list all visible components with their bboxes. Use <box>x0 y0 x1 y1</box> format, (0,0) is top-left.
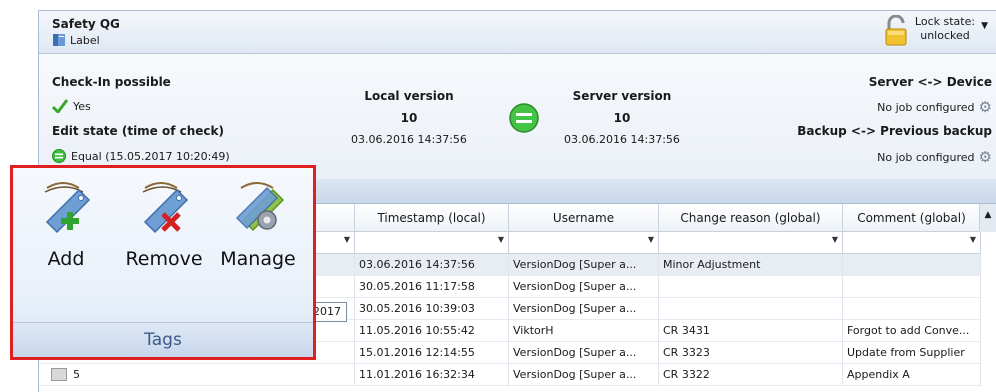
column-header-comment[interactable]: Comment (global) <box>843 204 981 232</box>
chevron-down-icon[interactable]: ▼ <box>981 21 988 31</box>
row-number-cell: 5 <box>39 364 355 386</box>
server-version: Server version 10 03.06.2016 14:37:56 <box>557 89 687 146</box>
server-device-status[interactable]: No job configured ⚙ <box>877 98 992 116</box>
edit-state-status: Equal (15.05.2017 10:20:49) <box>52 149 230 163</box>
checkmark-icon <box>52 99 68 113</box>
checkin-value: Yes <box>73 99 91 113</box>
tags-ribbon-group: Add Remove Manage Tags <box>10 165 316 360</box>
add-label: Add <box>47 248 85 270</box>
column-header-timestamp[interactable]: Timestamp (local) <box>355 204 509 232</box>
edit-state-value: Equal (15.05.2017 10:20:49) <box>71 149 230 163</box>
row-comment <box>843 298 981 320</box>
backup-value: No job configured <box>877 150 975 164</box>
remove-tag-icon <box>142 182 189 234</box>
row-number: 5 <box>73 367 80 381</box>
manage-tags-button[interactable]: Manage <box>213 178 303 270</box>
row-username: VersionDog [Super a... <box>509 276 659 298</box>
label-row[interactable]: Label <box>52 33 100 47</box>
row-comment <box>843 254 981 276</box>
row-comment: Update from Supplier <box>843 342 981 364</box>
row-reason <box>659 276 843 298</box>
book-icon <box>53 34 65 46</box>
gear-icon[interactable]: ⚙ <box>979 148 992 166</box>
versions-equal-icon <box>509 103 539 133</box>
remove-tag-button[interactable]: Remove <box>119 178 209 270</box>
checkin-title: Check-In possible <box>52 75 171 89</box>
lock-state-text: Lock state: unlocked <box>915 15 975 43</box>
lock-state-value: unlocked <box>920 29 970 42</box>
chevron-down-icon[interactable]: ▼ <box>498 235 504 244</box>
scroll-up-button[interactable]: ▲ <box>979 204 996 232</box>
row-reason: CR 3322 <box>659 364 843 386</box>
filter-cell[interactable]: ▼ <box>659 232 843 254</box>
filter-cell[interactable]: ▼ <box>355 232 509 254</box>
manage-label: Manage <box>220 248 296 270</box>
row-timestamp: 30.05.2016 11:17:58 <box>355 276 509 298</box>
row-comment: Appendix A <box>843 364 981 386</box>
filter-cell[interactable]: ▼ <box>843 232 981 254</box>
table-row[interactable]: 5 11.01.2016 16:32:34 VersionDog [Super … <box>39 364 981 386</box>
gear-icon[interactable]: ⚙ <box>979 98 992 116</box>
chevron-down-icon[interactable]: ▼ <box>648 235 654 244</box>
column-header-change-reason[interactable]: Change reason (global) <box>659 204 843 232</box>
lock-state[interactable]: Lock state: unlocked ▼ <box>883 15 988 47</box>
column-header-username[interactable]: Username <box>509 204 659 232</box>
row-username: VersionDog [Super a... <box>509 254 659 276</box>
row-reason: CR 3431 <box>659 320 843 342</box>
row-timestamp: 11.01.2016 16:32:34 <box>355 364 509 386</box>
row-comment: Forgot to add Conve... <box>843 320 981 342</box>
row-username: VersionDog [Super a... <box>509 364 659 386</box>
equal-status-icon <box>52 149 66 163</box>
project-title: Safety QG <box>52 17 120 31</box>
add-tag-button[interactable]: Add <box>21 178 111 270</box>
row-timestamp: 30.05.2016 10:39:03 <box>355 298 509 320</box>
filter-cell[interactable]: ▼ <box>509 232 659 254</box>
edit-state-title: Edit state (time of check) <box>52 124 225 138</box>
row-reason: CR 3323 <box>659 342 843 364</box>
title-bar: Safety QG Label Lock state: unlocked ▼ <box>39 11 996 54</box>
remove-label: Remove <box>125 248 203 270</box>
row-username: VersionDog [Super a... <box>509 298 659 320</box>
chevron-down-icon[interactable]: ▼ <box>344 235 350 244</box>
row-reason: Minor Adjustment <box>659 254 843 276</box>
row-timestamp: 03.06.2016 14:37:56 <box>355 254 509 276</box>
checkin-status: Yes <box>52 99 91 113</box>
local-version: Local version 10 03.06.2016 14:37:56 <box>349 89 469 146</box>
add-tag-icon <box>44 182 91 234</box>
row-username: VersionDog [Super a... <box>509 342 659 364</box>
chevron-down-icon[interactable]: ▼ <box>970 235 976 244</box>
status-panel: Check-In possible Yes Edit state (time o… <box>39 54 996 180</box>
backup-status[interactable]: No job configured ⚙ <box>877 148 992 166</box>
label-text: Label <box>70 33 100 47</box>
server-version-date: 03.06.2016 14:37:56 <box>564 133 680 146</box>
server-version-number: 10 <box>613 111 631 125</box>
server-version-title: Server version <box>572 89 672 103</box>
backup-title: Backup <-> Previous backup <box>797 124 992 138</box>
row-username: ViktorH <box>509 320 659 342</box>
local-version-date: 03.06.2016 14:37:56 <box>351 133 467 146</box>
tags-group-label: Tags <box>13 322 313 357</box>
server-device-title: Server <-> Device <box>868 75 992 89</box>
chevron-down-icon[interactable]: ▼ <box>832 235 838 244</box>
row-comment <box>843 276 981 298</box>
padlock-icon <box>885 15 907 46</box>
version-row-icon <box>51 368 67 381</box>
row-timestamp: 11.05.2016 10:55:42 <box>355 320 509 342</box>
local-version-title: Local version <box>364 89 454 103</box>
manage-tags-icon <box>235 182 285 232</box>
row-reason <box>659 298 843 320</box>
lock-state-label: Lock state: <box>914 15 976 28</box>
row-timestamp: 15.01.2016 12:14:55 <box>355 342 509 364</box>
local-version-number: 10 <box>400 111 418 125</box>
server-device-value: No job configured <box>877 100 975 114</box>
